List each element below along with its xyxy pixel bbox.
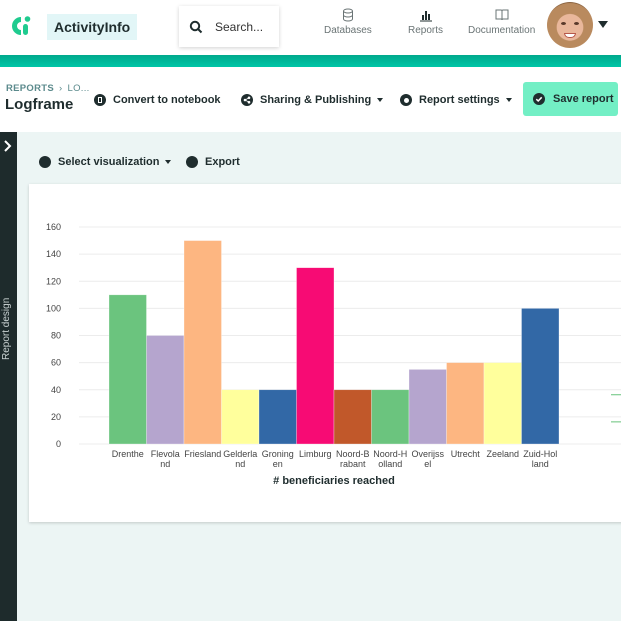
breadcrumb-separator-icon: › <box>59 83 63 94</box>
x-axis-label: # beneficiaries reached <box>273 475 395 487</box>
sharing-publishing-label: Sharing & Publishing <box>260 94 372 106</box>
x-tick-label: Flevola <box>151 449 180 459</box>
x-tick-label: rabant <box>340 459 366 469</box>
x-tick-label: Noord-H <box>373 449 407 459</box>
convert-to-notebook-label: Convert to notebook <box>113 94 221 106</box>
y-tick-label: 20 <box>51 412 61 422</box>
gear-icon <box>400 94 412 106</box>
x-tick-label: Drenthe <box>112 449 144 459</box>
select-visualization-button[interactable]: Select visualization <box>39 154 172 169</box>
x-tick-label: Noord-B <box>336 449 370 459</box>
nav-databases-label: Databases <box>324 25 372 36</box>
select-visualization-label: Select visualization <box>58 155 160 168</box>
y-tick-label: 100 <box>46 303 61 313</box>
export-icon <box>186 155 198 168</box>
x-tick-label: nd <box>235 459 245 469</box>
chevron-down-icon <box>377 98 384 102</box>
x-tick-label: Groning <box>262 449 294 459</box>
nav-reports[interactable]: Reports <box>408 8 443 36</box>
export-label: Export <box>205 155 240 168</box>
breadcrumb-reports[interactable]: REPORTS <box>6 83 54 94</box>
convert-to-notebook-button[interactable]: Convert to notebook <box>94 92 221 108</box>
notebook-icon <box>94 94 106 106</box>
x-tick-label: olland <box>378 459 402 469</box>
database-icon <box>342 8 353 22</box>
save-report-label: Save report <box>553 93 614 105</box>
accent-bar <box>0 55 621 67</box>
bar-noord-brabant[interactable] <box>333 389 372 445</box>
user-menu-caret-icon[interactable] <box>598 21 608 28</box>
x-tick-label: Overijss <box>411 449 444 459</box>
activityinfo-logo-icon[interactable] <box>9 14 33 38</box>
report-settings-label: Report settings <box>419 94 500 106</box>
bar-flevoland[interactable] <box>146 335 185 445</box>
y-tick-label: 160 <box>46 222 61 232</box>
y-tick-label: 0 <box>56 439 61 449</box>
check-circle-icon <box>533 93 545 105</box>
x-tick-label: Zuid-Hol <box>523 449 557 459</box>
bar-noord-holland[interactable] <box>371 389 410 445</box>
bar-overijssel[interactable] <box>408 369 447 445</box>
top-navbar: ActivityInfo Search... Databases Reports… <box>0 0 621 55</box>
chevron-down-icon <box>165 159 172 164</box>
y-tick-label: 80 <box>51 331 61 341</box>
y-tick-label: 40 <box>51 385 61 395</box>
brand-name[interactable]: ActivityInfo <box>47 14 138 40</box>
save-report-button[interactable]: Save report <box>523 82 618 116</box>
bar-zeeland[interactable] <box>483 362 522 445</box>
bar-gelderland[interactable] <box>221 389 260 445</box>
x-tick-label: Gelderla <box>223 449 257 459</box>
user-avatar[interactable] <box>547 2 593 48</box>
bar-drenthe[interactable] <box>108 294 147 445</box>
nav-databases[interactable]: Databases <box>324 8 372 36</box>
search-icon <box>189 20 203 33</box>
report-design-label: Report design <box>1 297 12 360</box>
bar-utrecht[interactable] <box>446 362 485 445</box>
search-input[interactable]: Search... <box>215 20 263 34</box>
bar-friesland[interactable] <box>183 240 222 445</box>
bar-chart-icon <box>419 11 432 22</box>
export-button[interactable]: Export <box>186 154 240 169</box>
bar-limburg[interactable] <box>296 267 335 445</box>
share-icon <box>241 94 253 106</box>
report-settings-button[interactable]: Report settings <box>400 92 512 108</box>
x-tick-label: el <box>424 459 431 469</box>
x-tick-label: land <box>532 459 549 469</box>
bar-chart: 020406080100120140160 Drenthe FlevolandFr… <box>46 222 621 487</box>
chevron-down-icon <box>505 98 512 102</box>
y-tick-label: 140 <box>46 249 61 259</box>
report-design-panel-toggle[interactable]: Report design <box>0 132 17 621</box>
chevron-right-icon[interactable] <box>3 140 13 152</box>
x-tick-label: Utrecht <box>451 449 481 459</box>
sharing-publishing-button[interactable]: Sharing & Publishing <box>241 92 384 108</box>
breadcrumb: REPORTS › LO... <box>6 83 90 94</box>
x-tick-label: en <box>273 459 283 469</box>
chart-card: 0 20 40 60 80 100 120 140 160 Drenthe Flevola nd Fr… <box>29 184 621 522</box>
x-tick-label: nd <box>160 459 170 469</box>
nav-documentation[interactable]: Documentation <box>468 8 535 36</box>
y-tick-label: 60 <box>51 358 61 368</box>
bar-zuid-holland[interactable] <box>521 308 560 445</box>
breadcrumb-current[interactable]: LO... <box>68 83 90 94</box>
search-box[interactable]: Search... <box>179 6 279 47</box>
y-tick-label: 120 <box>46 276 61 286</box>
visualization-icon <box>39 155 51 168</box>
x-tick-label: Zeeland <box>486 449 519 459</box>
nav-reports-label: Reports <box>408 25 444 36</box>
page-title: Logframe <box>5 96 74 113</box>
book-icon <box>495 9 509 21</box>
nav-documentation-label: Documentation <box>468 25 536 36</box>
bar-groningen[interactable] <box>258 389 297 445</box>
x-tick-label: Limburg <box>299 449 332 459</box>
x-tick-label: Friesland <box>184 449 221 459</box>
